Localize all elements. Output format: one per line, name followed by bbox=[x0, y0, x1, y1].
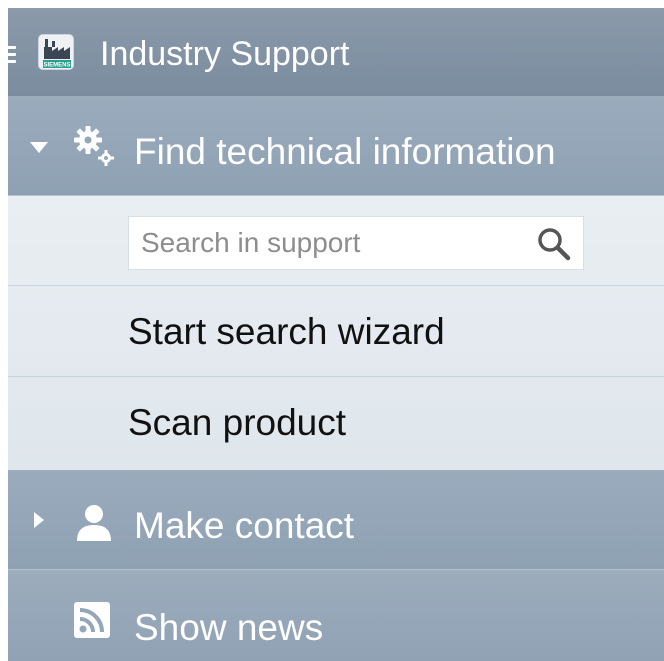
search-row bbox=[8, 196, 664, 286]
app-header: SIEMENS Industry Support bbox=[8, 8, 664, 96]
make-contact-label: Make contact bbox=[134, 505, 355, 546]
section-make-contact[interactable]: Make contact bbox=[8, 470, 664, 570]
factory-app-icon: SIEMENS bbox=[38, 34, 74, 70]
search-icon[interactable] bbox=[535, 225, 573, 263]
gear-icon bbox=[72, 124, 118, 170]
caret-down-icon bbox=[30, 142, 48, 153]
scan-product-label: Scan product bbox=[128, 402, 347, 443]
search-input[interactable] bbox=[129, 217, 519, 269]
section-show-news[interactable]: Show news bbox=[8, 570, 664, 661]
start-search-wizard-label: Start search wizard bbox=[128, 311, 445, 352]
search-box bbox=[128, 216, 584, 270]
rss-icon bbox=[74, 602, 110, 638]
find-technical-information-label: Find technical information bbox=[134, 131, 556, 172]
caret-right-icon bbox=[34, 512, 44, 528]
navigation-panel: SIEMENS Industry Support Find technical … bbox=[8, 8, 664, 661]
section-find-technical-information[interactable]: Find technical information bbox=[8, 96, 664, 196]
scan-product-item[interactable]: Scan product bbox=[8, 377, 664, 470]
app-title: Industry Support bbox=[100, 35, 350, 73]
person-icon bbox=[74, 503, 114, 543]
find-submenu: Start search wizard Scan product bbox=[8, 196, 664, 470]
show-news-label: Show news bbox=[134, 607, 324, 648]
hamburger-icon[interactable] bbox=[8, 44, 24, 64]
app-frame: SIEMENS Industry Support Find technical … bbox=[0, 0, 664, 661]
logo-text: SIEMENS bbox=[43, 63, 70, 69]
start-search-wizard-item[interactable]: Start search wizard bbox=[8, 286, 664, 377]
